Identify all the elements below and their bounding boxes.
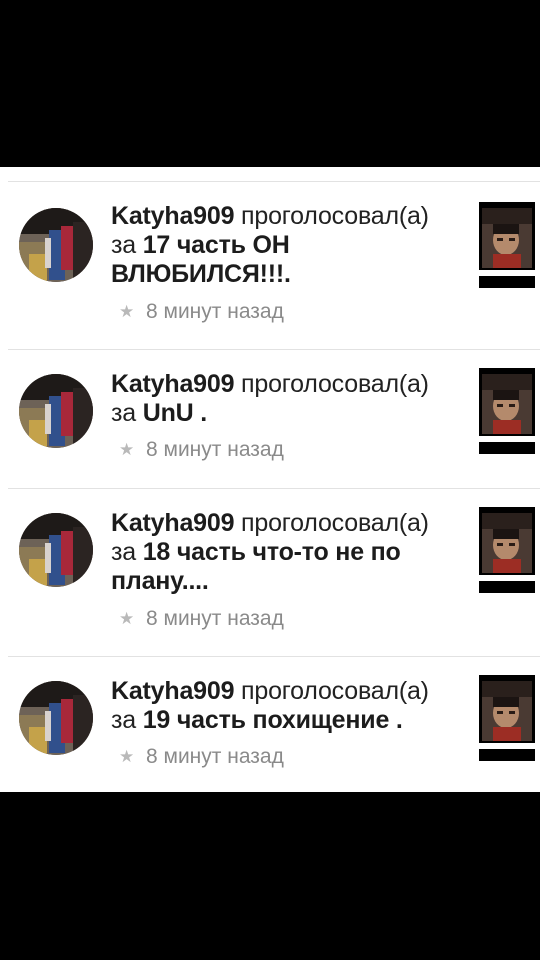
story-title-link[interactable]: 19 часть похищение . — [143, 706, 403, 734]
activity-item[interactable]: Katyha909 проголосовал(а) за 19 часть по… — [0, 657, 540, 792]
action-text: проголосовал(а) — [241, 509, 429, 537]
time-label: 8 минут назад — [146, 438, 284, 461]
action-text: проголосовал(а) — [241, 677, 429, 705]
action-text: проголосовал(а) — [241, 202, 429, 230]
timestamp: ★ 8 минут назад — [119, 437, 284, 463]
user-avatar[interactable] — [19, 208, 93, 282]
story-title-link[interactable]: 18 часть что-то не по плану.... — [111, 538, 401, 595]
timestamp: ★ 8 минут назад — [119, 744, 284, 770]
story-title-link[interactable]: 17 часть ОН ВЛЮБИЛСЯ!!!. — [111, 231, 291, 288]
activity-text: Katyha909 проголосовал(а) за 18 часть чт… — [111, 509, 461, 596]
story-cover-thumbnail[interactable] — [479, 507, 535, 593]
time-label: 8 минут назад — [146, 745, 284, 768]
user-avatar[interactable] — [19, 374, 93, 448]
action-text: проголосовал(а) — [241, 370, 429, 398]
top-letterbox — [0, 0, 540, 167]
username-link[interactable]: Katyha909 — [111, 202, 234, 230]
user-avatar[interactable] — [19, 513, 93, 587]
timestamp: ★ 8 минут назад — [119, 299, 284, 325]
time-label: 8 минут назад — [146, 300, 284, 323]
story-cover-thumbnail[interactable] — [479, 202, 535, 288]
preposition-text: за — [111, 538, 136, 566]
story-title-link[interactable]: UnU . — [143, 399, 207, 427]
username-link[interactable]: Katyha909 — [111, 677, 234, 705]
preposition-text: за — [111, 706, 136, 734]
activity-text: Katyha909 проголосовал(а) за 19 часть по… — [111, 677, 461, 735]
activity-item[interactable]: Katyha909 проголосовал(а) за UnU . ★ 8 ми… — [0, 350, 540, 488]
username-link[interactable]: Katyha909 — [111, 509, 234, 537]
activity-text: Katyha909 проголосовал(а) за UnU . — [111, 370, 461, 428]
star-icon: ★ — [119, 440, 135, 459]
activity-item[interactable]: Katyha909 проголосовал(а) за 18 часть чт… — [0, 489, 540, 656]
activity-feed: Katyha909 проголосовал(а) за 17 часть ОН… — [0, 167, 540, 792]
star-icon: ★ — [119, 302, 135, 321]
timestamp: ★ 8 минут назад — [119, 606, 284, 632]
user-avatar[interactable] — [19, 681, 93, 755]
activity-text: Katyha909 проголосовал(а) за 17 часть ОН… — [111, 202, 461, 289]
username-link[interactable]: Katyha909 — [111, 370, 234, 398]
story-cover-thumbnail[interactable] — [479, 675, 535, 761]
star-icon: ★ — [119, 747, 135, 766]
preposition-text: за — [111, 399, 136, 427]
time-label: 8 минут назад — [146, 607, 284, 630]
story-cover-thumbnail[interactable] — [479, 368, 535, 454]
activity-item[interactable]: Katyha909 проголосовал(а) за 17 часть ОН… — [0, 182, 540, 349]
star-icon: ★ — [119, 609, 135, 628]
preposition-text: за — [111, 231, 136, 259]
bottom-letterbox — [0, 792, 540, 960]
